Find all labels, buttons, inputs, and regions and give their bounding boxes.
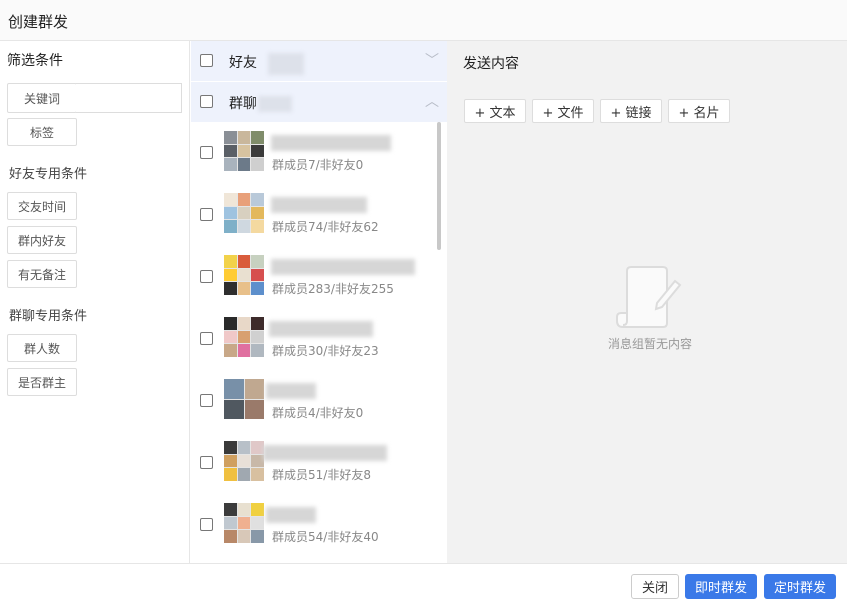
group-name-blurred: [271, 197, 367, 213]
group-avatar: [224, 255, 264, 295]
group-name-blurred: [271, 135, 391, 151]
target-list-panel: 好友 ﹀ 群聊 ︿ 群成员7/非好友0 群成员74/非好友62 群成员283/非…: [191, 41, 447, 563]
scheduled-send-button[interactable]: 定时群发: [764, 574, 836, 599]
friends-group-header[interactable]: 好友 ﹀: [191, 41, 447, 81]
group-member-stats: 群成员54/非好友40: [272, 530, 379, 544]
filter-heading: 筛选条件: [7, 53, 63, 69]
group-avatar: [224, 317, 264, 357]
group-avatar: [224, 193, 264, 233]
is-owner-button[interactable]: 是否群主: [7, 368, 77, 396]
group-row[interactable]: 群成员74/非好友62: [191, 183, 437, 245]
group-row[interactable]: 群成员283/非好友255: [191, 245, 437, 307]
groups-header-label: 群聊: [229, 96, 257, 112]
groups-count-blurred: [258, 96, 292, 112]
group-row-checkbox[interactable]: [200, 456, 213, 469]
group-row-checkbox[interactable]: [200, 146, 213, 159]
group-row[interactable]: 群成员4/非好友0: [191, 369, 437, 431]
chevron-up-icon[interactable]: ︿: [425, 91, 439, 111]
content-heading: 发送内容: [463, 56, 519, 72]
friends-in-group-button[interactable]: 群内好友: [7, 226, 77, 254]
dialog-footer: 关闭 即时群发 定时群发: [0, 563, 847, 603]
title-bar: 创建群发: [0, 0, 847, 41]
groups-select-all-checkbox[interactable]: [200, 95, 213, 108]
group-name-blurred: [263, 445, 387, 461]
group-row[interactable]: 群成员30/非好友23: [191, 307, 437, 369]
group-member-stats: 群成员283/非好友255: [272, 282, 394, 296]
add-card-button[interactable]: + 名片: [668, 99, 730, 123]
group-row[interactable]: 群成员54/非好友40: [191, 493, 437, 555]
group-row[interactable]: 群成员51/非好友8: [191, 431, 437, 493]
group-member-stats: 群成员7/非好友0: [272, 158, 364, 172]
group-row-checkbox[interactable]: [200, 394, 213, 407]
keyword-input[interactable]: [76, 83, 182, 113]
group-name-blurred: [269, 321, 373, 337]
has-remark-button[interactable]: 有无备注: [7, 260, 77, 288]
group-row-checkbox[interactable]: [200, 518, 213, 531]
group-row-checkbox[interactable]: [200, 270, 213, 283]
close-button[interactable]: 关闭: [631, 574, 679, 599]
content-panel: 发送内容 + 文本 + 文件 + 链接 + 名片 消息组暂无内容: [447, 41, 847, 563]
group-member-stats: 群成员74/非好友62: [272, 220, 379, 234]
group-name-blurred: [266, 383, 316, 399]
group-name-blurred: [266, 507, 316, 523]
group-member-stats: 群成员30/非好友23: [272, 344, 379, 358]
keyword-button[interactable]: 关键词: [7, 83, 77, 113]
group-avatar: [224, 131, 264, 171]
group-avatar: [224, 441, 264, 481]
send-now-button[interactable]: 即时群发: [685, 574, 757, 599]
empty-message-text: 消息组暂无内容: [607, 337, 692, 351]
add-file-button[interactable]: + 文件: [532, 99, 594, 123]
friends-select-all-checkbox[interactable]: [200, 54, 213, 67]
list-scrollbar[interactable]: [437, 122, 441, 250]
filter-panel: 筛选条件 关键词 标签 好友专用条件 交友时间 群内好友 有无备注 群聊专用条件…: [0, 41, 190, 563]
tag-button[interactable]: 标签: [7, 118, 77, 146]
group-conditions-heading: 群聊专用条件: [9, 309, 88, 324]
group-row-checkbox[interactable]: [200, 332, 213, 345]
group-row[interactable]: 群成员7/非好友0: [191, 121, 437, 183]
window-title: 创建群发: [8, 13, 69, 31]
add-text-button[interactable]: + 文本: [464, 99, 526, 123]
group-size-button[interactable]: 群人数: [7, 334, 77, 362]
group-avatar: [224, 503, 264, 543]
group-member-stats: 群成员51/非好友8: [272, 468, 371, 482]
group-row-checkbox[interactable]: [200, 208, 213, 221]
group-avatar: [224, 379, 264, 419]
friend-time-button[interactable]: 交友时间: [7, 192, 77, 220]
create-broadcast-window: 创建群发 筛选条件 关键词 标签 好友专用条件 交友时间 群内好友 有无备注 群…: [0, 0, 847, 603]
friends-count-blurred: [268, 53, 304, 75]
group-name-blurred: [271, 259, 415, 275]
group-member-stats: 群成员4/非好友0: [272, 406, 364, 420]
chevron-down-icon[interactable]: ﹀: [425, 50, 439, 70]
friend-conditions-heading: 好友专用条件: [9, 167, 88, 182]
friends-header-label: 好友: [229, 55, 257, 71]
empty-message-icon: [616, 266, 682, 328]
add-link-button[interactable]: + 链接: [600, 99, 662, 123]
groups-group-header[interactable]: 群聊 ︿: [191, 82, 447, 122]
